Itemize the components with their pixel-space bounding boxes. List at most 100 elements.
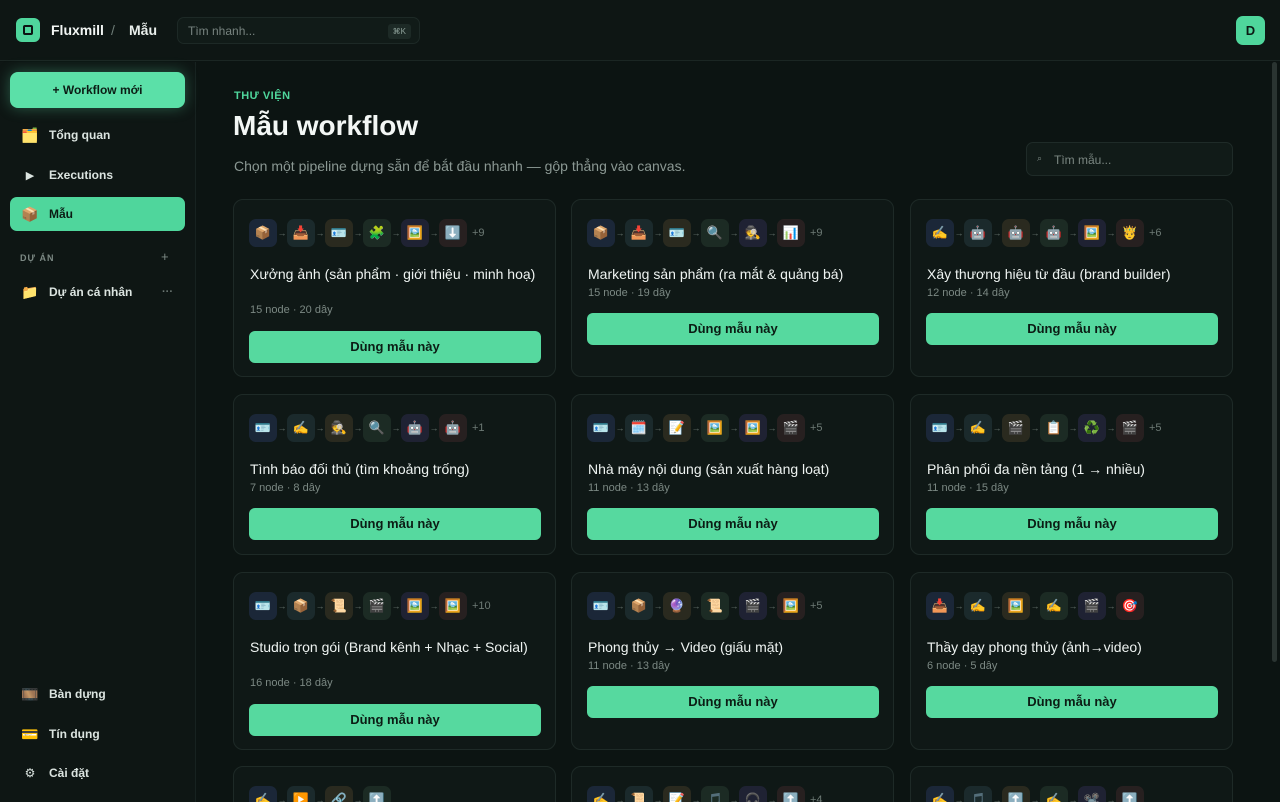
extra-node-count: +9 (472, 227, 485, 239)
arrow-right-icon: → (353, 423, 363, 433)
node-icon: 🎬 (363, 592, 391, 620)
node-icon: ⬆️ (1116, 786, 1144, 802)
node-icon: 🤴 (1116, 219, 1144, 247)
template-search[interactable]: ⌕ (1026, 142, 1233, 176)
arrow-right-icon: → (653, 423, 663, 433)
template-meta: 16 node · 18 dây (250, 677, 333, 689)
node-icon: 🪪 (587, 414, 615, 442)
node-chain: 🪪 → ✍️ → 🕵️ → 🔍 → 🤖 → 🤖 +1 (249, 414, 485, 442)
sidebar: + Workflow mới 🗂️ Tổng quan ▶ Executions… (0, 62, 196, 802)
node-icon: 🎬 (1078, 592, 1106, 620)
use-template-button[interactable]: Dùng mẫu này (587, 313, 879, 345)
use-template-button[interactable]: Dùng mẫu này (249, 704, 541, 736)
arrow-right-icon: → (653, 228, 663, 238)
template-card[interactable]: 📥 → ✍️ → 🖼️ → ✍️ → 🎬 → 🎯 Thầy dạy phong thủy (ảnh→v… (910, 572, 1233, 750)
arrow-right-icon: → (315, 795, 325, 802)
template-search-input[interactable] (1054, 152, 1224, 168)
node-icon: ▶️ (287, 786, 315, 802)
sidebar-item-templates[interactable]: 📦 Mẫu (10, 197, 185, 231)
template-card[interactable]: 🪪 → ✍️ → 🕵️ → 🔍 → 🤖 → 🤖 +1 Tình báo đối thủ (tìm kho… (233, 394, 556, 555)
app-logo-icon[interactable] (16, 18, 40, 42)
template-meta: 7 node · 8 dây (250, 482, 321, 494)
node-icon: ✍️ (1040, 592, 1068, 620)
user-avatar[interactable]: D (1236, 16, 1265, 45)
app-name[interactable]: Fluxmill (51, 22, 104, 38)
template-card[interactable]: ✍️ → 🎵 → ⬆️ → ✍️ → 📽️ → ⬆️ (910, 766, 1233, 802)
arrow-right-icon: → (1106, 228, 1116, 238)
use-template-button[interactable]: Dùng mẫu này (587, 686, 879, 718)
sidebar-item-editing-desk[interactable]: 🎞️ Bàn dựng (10, 677, 185, 711)
arrow-right-icon: → (1106, 795, 1116, 802)
node-icon: 🔍 (701, 219, 729, 247)
main-content: THƯ VIỆN Mẫu workflow Chọn một pipeline … (197, 62, 1280, 802)
template-card[interactable]: ✍️ → 🤖 → 🤖 → 🤖 → 🖼️ → 🤴 +6 Xây thương hiệu từ đầu (b… (910, 199, 1233, 377)
arrow-right-icon: → (691, 423, 701, 433)
sidebar-item-credits[interactable]: 💳 Tín dụng (10, 717, 185, 751)
new-workflow-button[interactable]: + Workflow mới (10, 72, 185, 108)
page-title: Mẫu workflow (233, 110, 419, 141)
template-card[interactable]: 🪪 → ✍️ → 🎬 → 📋 → ♻️ → 🎬 +5 Phân phối đa nền tảng (1 … (910, 394, 1233, 555)
use-template-button[interactable]: Dùng mẫu này (249, 508, 541, 540)
arrow-right-icon: → (729, 423, 739, 433)
template-card[interactable]: 📦 → 📥 → 🪪 → 🧩 → 🖼️ → ⬇️ +9 Xưởng ảnh (sản phẩm · giớ… (233, 199, 556, 377)
node-icon: 🖼️ (401, 219, 429, 247)
node-icon: 📥 (287, 219, 315, 247)
template-card[interactable]: ✍️ → 📜 → 📝 → 🎵 → 🎧 → ⬆️ +4 (571, 766, 894, 802)
sidebar-item-personal-project[interactable]: 📁 Dự án cá nhân ··· (10, 275, 185, 309)
template-card[interactable]: 🪪 → 🗓️ → 📝 → 🖼️ → 🖼️ → 🎬 +5 Nhà máy nội dung (sản xu… (571, 394, 894, 555)
node-icon: 📦 (249, 219, 277, 247)
node-icon: 🪪 (587, 592, 615, 620)
sidebar-item-overview[interactable]: 🗂️ Tổng quan (10, 118, 185, 152)
node-icon: 🤖 (964, 219, 992, 247)
arrow-right-icon: → (429, 423, 439, 433)
node-icon: 🖼️ (1002, 592, 1030, 620)
node-icon: 🤖 (1002, 219, 1030, 247)
arrow-right-icon: → (1030, 423, 1040, 433)
node-icon: 🎬 (1002, 414, 1030, 442)
node-icon: 📜 (701, 592, 729, 620)
sidebar-item-executions[interactable]: ▶ Executions (10, 158, 185, 192)
node-icon: 📋 (1040, 414, 1068, 442)
arrow-right-icon: → (653, 795, 663, 802)
arrow-right-icon: → (1068, 601, 1078, 611)
use-template-button[interactable]: Dùng mẫu này (249, 331, 541, 363)
arrow-right-icon: → (1030, 228, 1040, 238)
sidebar-item-label: Dự án cá nhân (49, 285, 133, 299)
add-project-button[interactable]: + (161, 249, 169, 264)
node-icon: ✍️ (587, 786, 615, 802)
node-chain: ✍️ → ▶️ → 🔗 → ⬆️ (249, 786, 391, 802)
node-icon: 📦 (287, 592, 315, 620)
more-options-icon[interactable]: ··· (162, 286, 173, 298)
folder-icon: 📁 (21, 283, 39, 300)
scrollbar[interactable] (1272, 62, 1277, 662)
arrow-right-icon: → (315, 423, 325, 433)
quick-search[interactable]: ⌘K (177, 17, 420, 44)
node-icon: 🗓️ (625, 414, 653, 442)
sidebar-item-settings[interactable]: ⚙ Cài đặt (10, 756, 185, 790)
gear-icon: ⚙ (24, 766, 36, 780)
node-icon: ♻️ (1078, 414, 1106, 442)
template-title: Tình báo đối thủ (tìm khoảng trống) (250, 461, 470, 477)
quick-search-input[interactable] (188, 23, 378, 39)
template-meta: 15 node · 20 dây (250, 304, 333, 316)
template-card[interactable]: 📦 → 📥 → 🪪 → 🔍 → 🕵️ → 📊 +9 Marketing sản phẩm (ra mắt… (571, 199, 894, 377)
arrow-right-icon: → (277, 601, 287, 611)
arrow-right-icon: → (1068, 228, 1078, 238)
use-template-button[interactable]: Dùng mẫu này (587, 508, 879, 540)
node-icon: 🎯 (1116, 592, 1144, 620)
shortcut-badge: ⌘K (387, 24, 411, 39)
use-template-button[interactable]: Dùng mẫu này (926, 313, 1218, 345)
use-template-button[interactable]: Dùng mẫu này (926, 686, 1218, 718)
template-card[interactable]: 🪪 → 📦 → 🔮 → 📜 → 🎬 → 🖼️ +5 Phong thủy → Video (giấu m… (571, 572, 894, 750)
arrow-right-icon: → (729, 795, 739, 802)
arrow-right-icon: → (277, 228, 287, 238)
arrow-right-icon: → (315, 601, 325, 611)
use-template-button[interactable]: Dùng mẫu này (926, 508, 1218, 540)
template-card[interactable]: ✍️ → ▶️ → 🔗 → ⬆️ (233, 766, 556, 802)
node-icon: 📊 (777, 219, 805, 247)
page-subtitle: Chọn một pipeline dựng sẵn để bắt đầu nh… (234, 158, 686, 174)
template-card[interactable]: 🪪 → 📦 → 📜 → 🎬 → 🖼️ → 🖼️ +10 Studio trọn gói (Brand k… (233, 572, 556, 750)
node-icon: 🔍 (363, 414, 391, 442)
arrow-right-icon: → (767, 601, 777, 611)
breadcrumb-current: Mẫu (129, 22, 157, 38)
